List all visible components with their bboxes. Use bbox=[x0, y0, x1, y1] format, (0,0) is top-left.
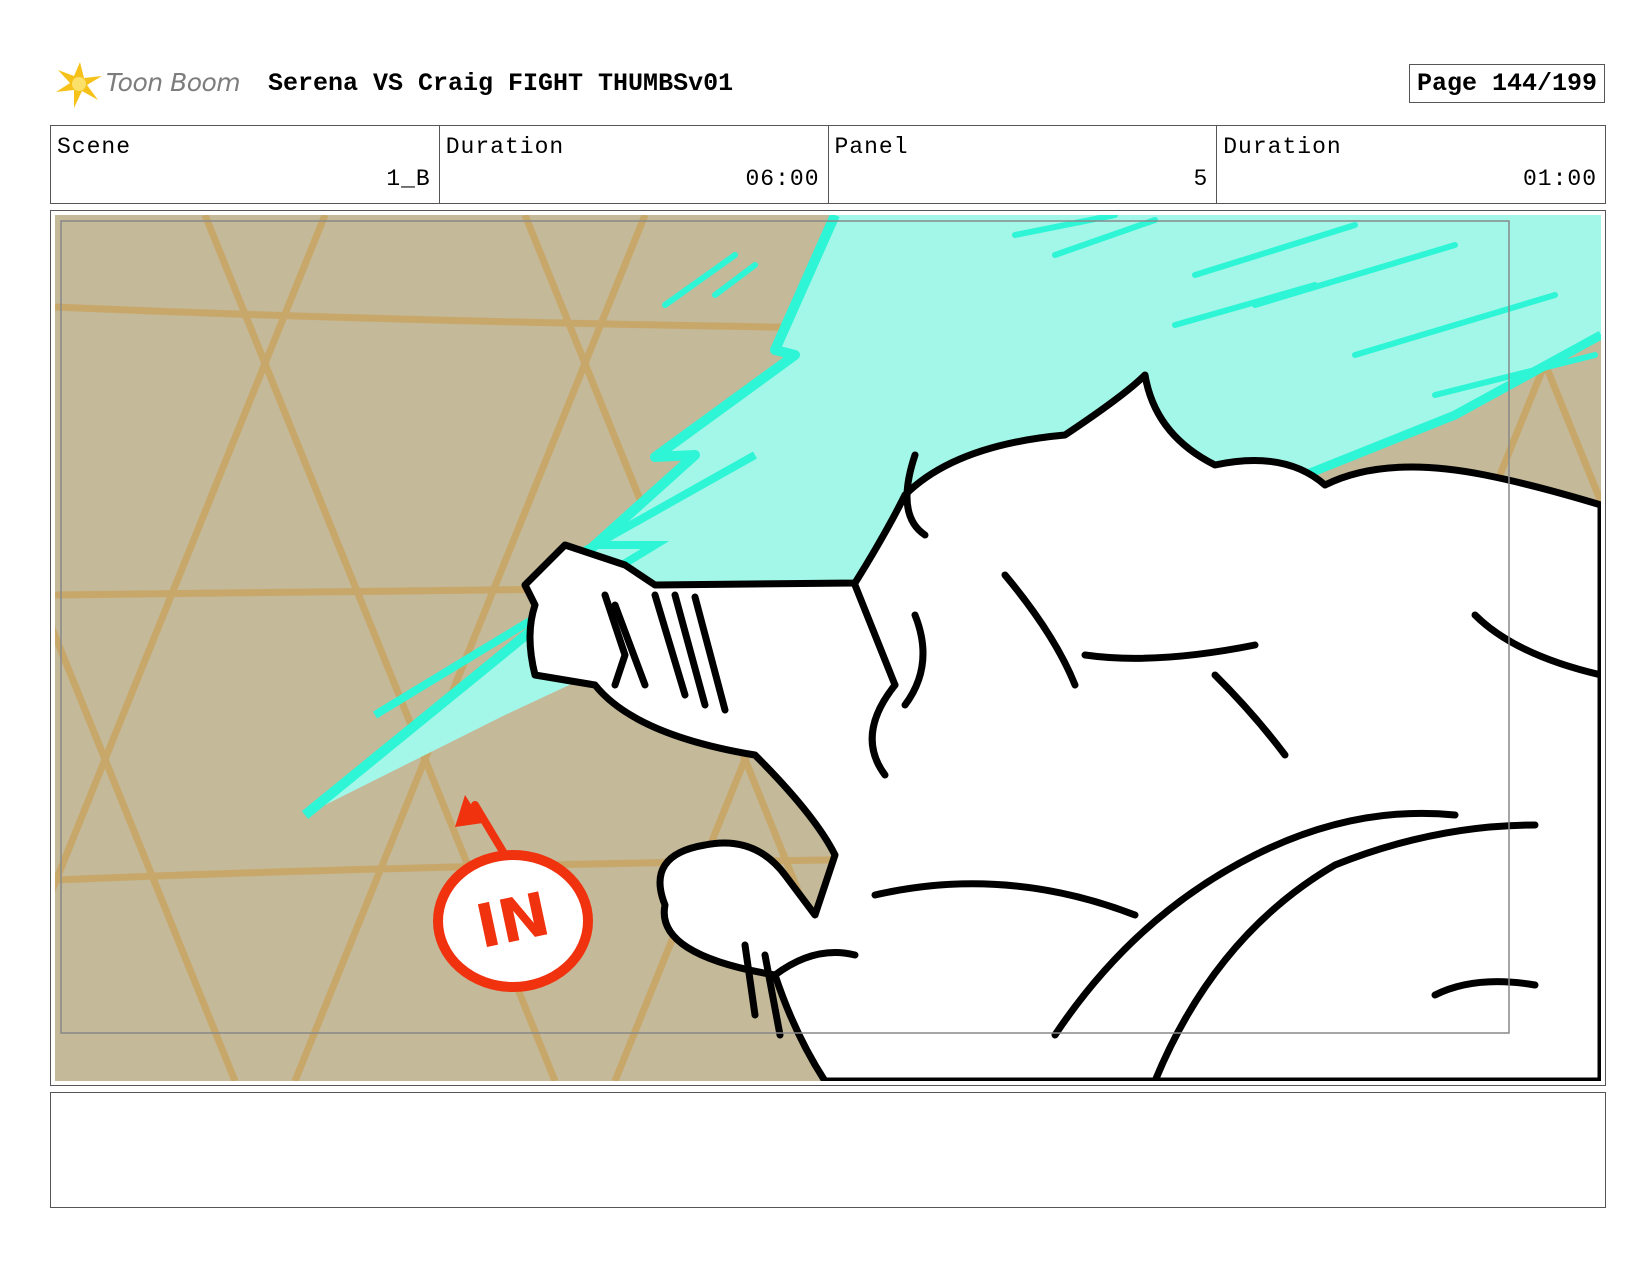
notes-area bbox=[50, 1092, 1606, 1208]
in-marker-text: IN bbox=[470, 879, 556, 963]
panel-label: Panel bbox=[834, 134, 909, 160]
panel-cell: Panel 5 bbox=[829, 126, 1218, 203]
panel-duration-cell: Duration 01:00 bbox=[1217, 126, 1605, 203]
scene-duration-cell: Duration 06:00 bbox=[440, 126, 829, 203]
panel-duration-value: 01:00 bbox=[1522, 166, 1597, 192]
page-indicator: Page 144/199 bbox=[1409, 64, 1605, 103]
starburst-icon bbox=[56, 62, 102, 108]
logo-text: Toon Boom bbox=[106, 68, 241, 97]
scene-label: Scene bbox=[57, 134, 132, 160]
toon-boom-logo: Toon Boom bbox=[52, 56, 252, 112]
panel-value: 5 bbox=[1193, 166, 1209, 192]
scene-duration-label: Duration bbox=[445, 134, 565, 160]
scene-cell: Scene 1_B bbox=[51, 126, 440, 203]
storyboard-panel: IN bbox=[50, 210, 1606, 1086]
scene-info-table: Scene 1_B Duration 06:00 Panel 5 Duratio… bbox=[50, 125, 1606, 204]
panel-duration-label: Duration bbox=[1223, 134, 1342, 160]
scene-duration-value: 06:00 bbox=[745, 166, 820, 192]
panel-drawing: IN bbox=[55, 215, 1601, 1081]
scene-value: 1_B bbox=[386, 166, 431, 192]
document-title: Serena VS Craig FIGHT THUMBSv01 bbox=[268, 69, 734, 98]
